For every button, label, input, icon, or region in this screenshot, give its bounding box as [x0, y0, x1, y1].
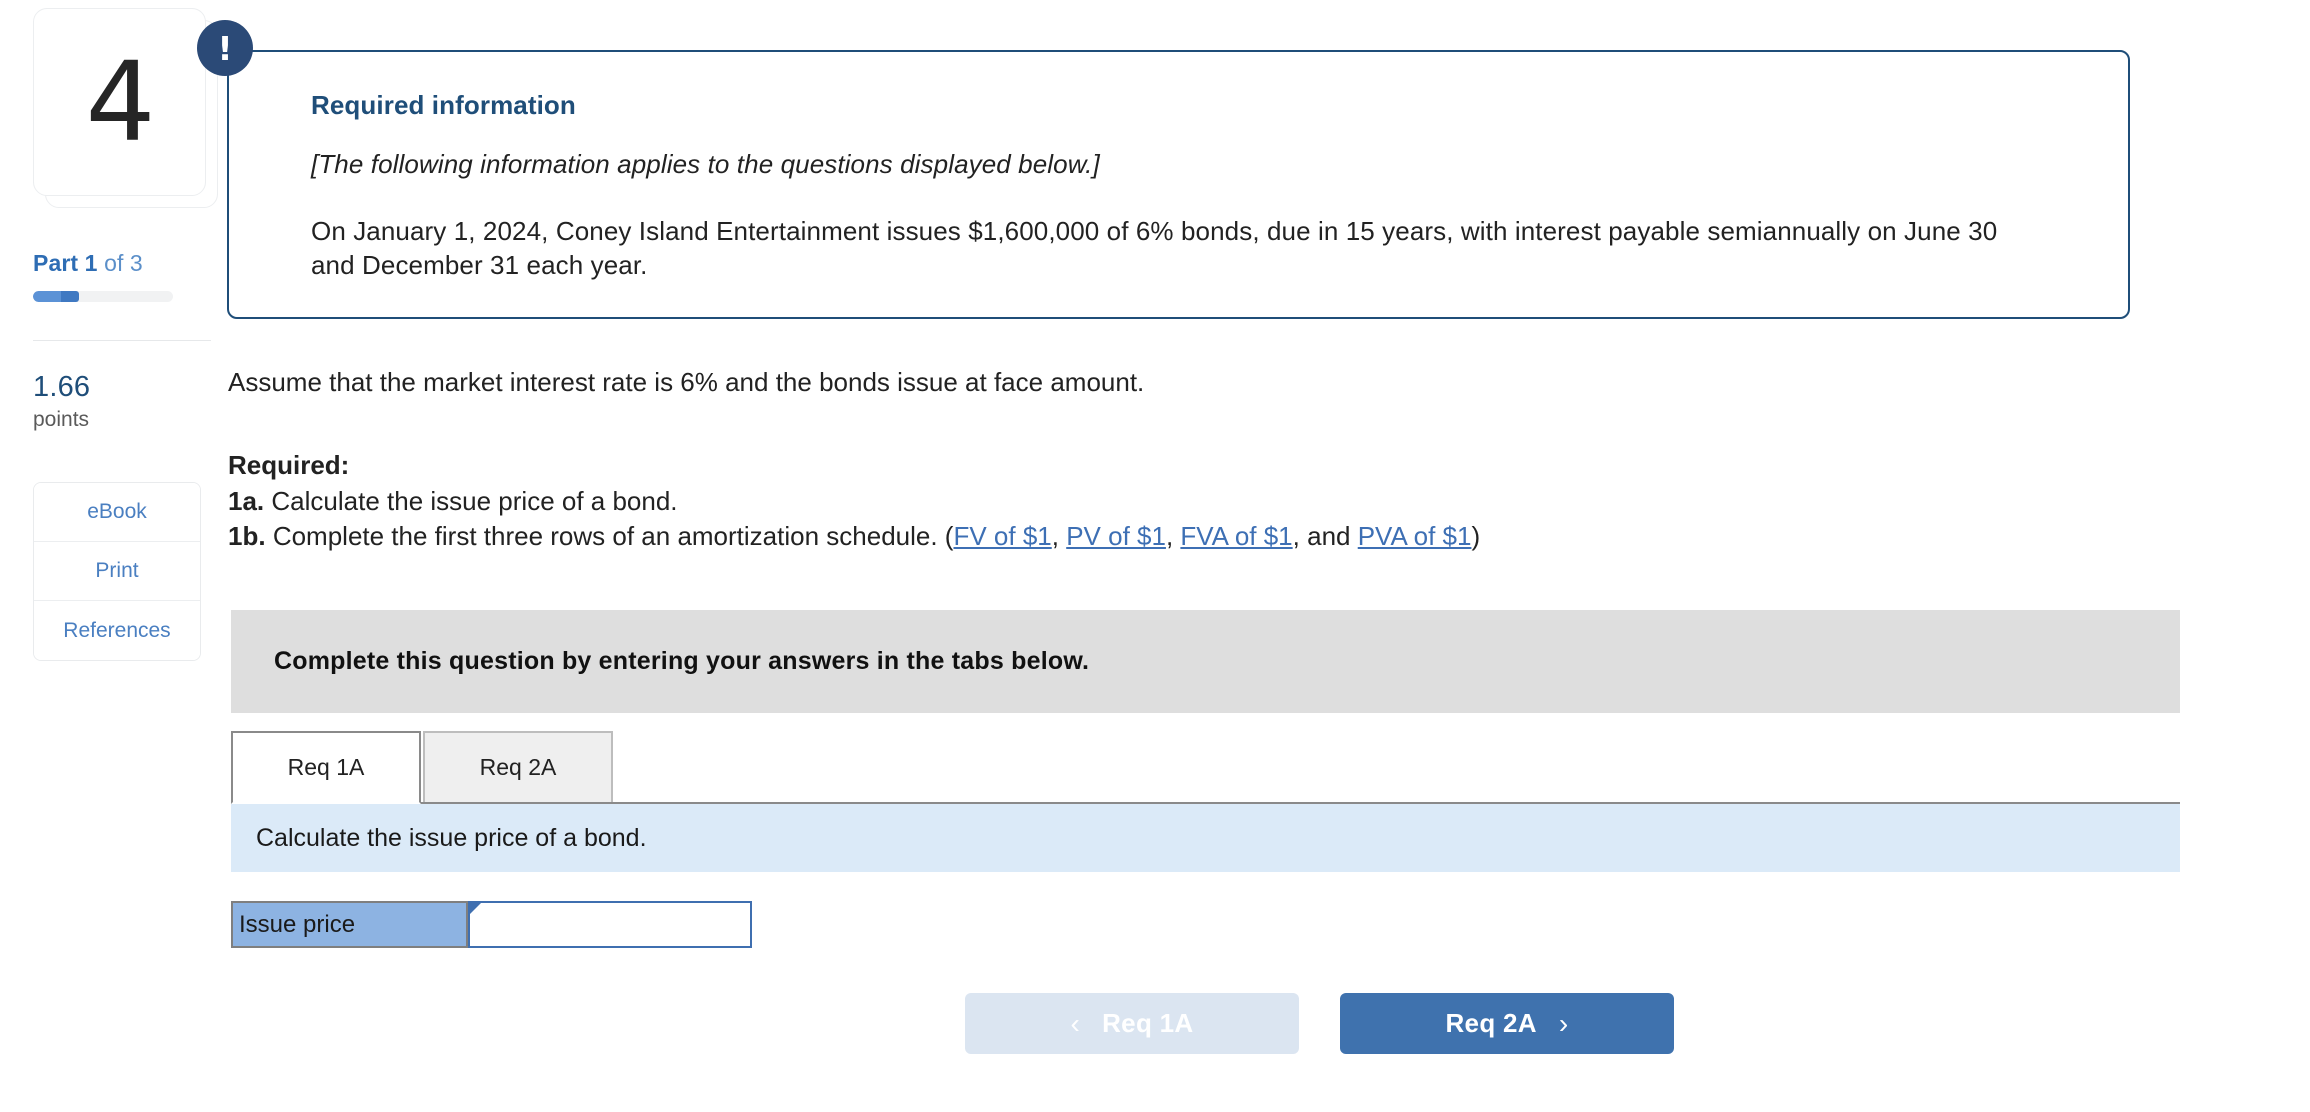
instruction-bar-text: Complete this question by entering your …	[274, 647, 1090, 676]
points-label: points	[33, 408, 90, 431]
requirement-1b-text: Complete the first three rows of an amor…	[272, 521, 954, 552]
next-req-2a-button[interactable]: Req 2A ›	[1340, 993, 1674, 1055]
question-number: 4	[85, 38, 156, 166]
assumption-text: Assume that the market interest rate is …	[228, 366, 1145, 397]
print-button[interactable]: Print	[34, 542, 200, 601]
part-of: of 3	[104, 250, 143, 276]
requirement-1a-number: 1a.	[228, 485, 265, 516]
prev-req-1a-button[interactable]: ‹ Req 1A	[965, 993, 1299, 1055]
chevron-left-icon: ‹	[1070, 1007, 1081, 1039]
required-information-body: On January 1, 2024, Coney Island Enterta…	[311, 216, 1998, 281]
tab-prompt-bar: Calculate the issue price of a bond.	[231, 802, 2180, 873]
part-progress-fill-current	[61, 291, 79, 302]
part-prefix: Part	[33, 250, 79, 276]
question-number-card: 4	[33, 8, 218, 208]
sidebar-tool-buttons: eBook Print References	[33, 482, 201, 661]
part-indicator: Part 1 of 3	[33, 250, 218, 277]
references-button[interactable]: References	[34, 601, 200, 660]
requirement-1a: 1a. Calculate the issue price of a bond.	[228, 484, 2310, 520]
prev-button-label: Req 1A	[1102, 1008, 1194, 1039]
exclamation-icon: !	[197, 20, 253, 76]
required-information-content: Required information [The following info…	[229, 52, 2128, 317]
page-root: 4 Part 1 of 3 1.66 points eBook Print Re…	[0, 0, 2310, 1112]
cell-selected-corner-icon	[470, 903, 481, 915]
next-button-label: Req 2A	[1445, 1008, 1537, 1039]
issue-price-input[interactable]	[470, 903, 750, 947]
pv-of-1-link[interactable]: PV of $1	[1066, 521, 1166, 551]
question-card-front: 4	[33, 8, 206, 196]
requirement-1a-text: Calculate the issue price of a bond.	[271, 485, 678, 516]
points-value: 1.66	[33, 371, 91, 403]
requirements-block: Required: 1a. Calculate the issue price …	[228, 448, 2310, 556]
fv-of-1-link[interactable]: FV of $1	[953, 521, 1051, 551]
requirement-1b-number: 1b.	[228, 521, 266, 552]
required-information-title: Required information	[311, 90, 576, 120]
ebook-button[interactable]: eBook	[34, 483, 200, 542]
tab-req-2a[interactable]: Req 2A	[423, 731, 613, 805]
sidebar-divider	[33, 340, 211, 341]
navigation-buttons: ‹ Req 1A Req 2A ›	[218, 993, 2310, 1055]
required-information-box: ! Required information [The following in…	[197, 20, 2130, 319]
part-current: 1	[84, 250, 98, 276]
issue-price-label: Issue price	[231, 901, 468, 949]
answer-tabs: Req 1A Req 2A	[231, 731, 2180, 805]
pva-of-1-link[interactable]: PVA of $1	[1358, 521, 1472, 551]
instruction-bar: Complete this question by entering your …	[231, 610, 2180, 714]
tab-prompt-text: Calculate the issue price of a bond.	[256, 823, 647, 852]
question-sidebar: 4 Part 1 of 3 1.66 points eBook Print Re…	[0, 0, 218, 1112]
req-sep-1: ,	[1051, 521, 1067, 552]
req-tail: )	[1471, 521, 1481, 552]
fva-of-1-link[interactable]: FVA of $1	[1180, 521, 1292, 551]
req-sep-3: , and	[1292, 521, 1358, 552]
req-sep-2: ,	[1165, 521, 1181, 552]
tab-req-1a[interactable]: Req 1A	[231, 731, 421, 805]
requirement-1b: 1b. Complete the first three rows of an …	[228, 519, 2310, 555]
part-progress-bar	[33, 291, 173, 302]
issue-price-input-wrapper[interactable]	[468, 901, 752, 949]
chevron-right-icon: ›	[1558, 1007, 1569, 1039]
required-information-note: [The following information applies to th…	[311, 149, 1100, 179]
question-main: ! Required information [The following in…	[197, 0, 2310, 1112]
answer-row: Issue price	[231, 901, 752, 949]
required-heading: Required:	[228, 449, 350, 480]
